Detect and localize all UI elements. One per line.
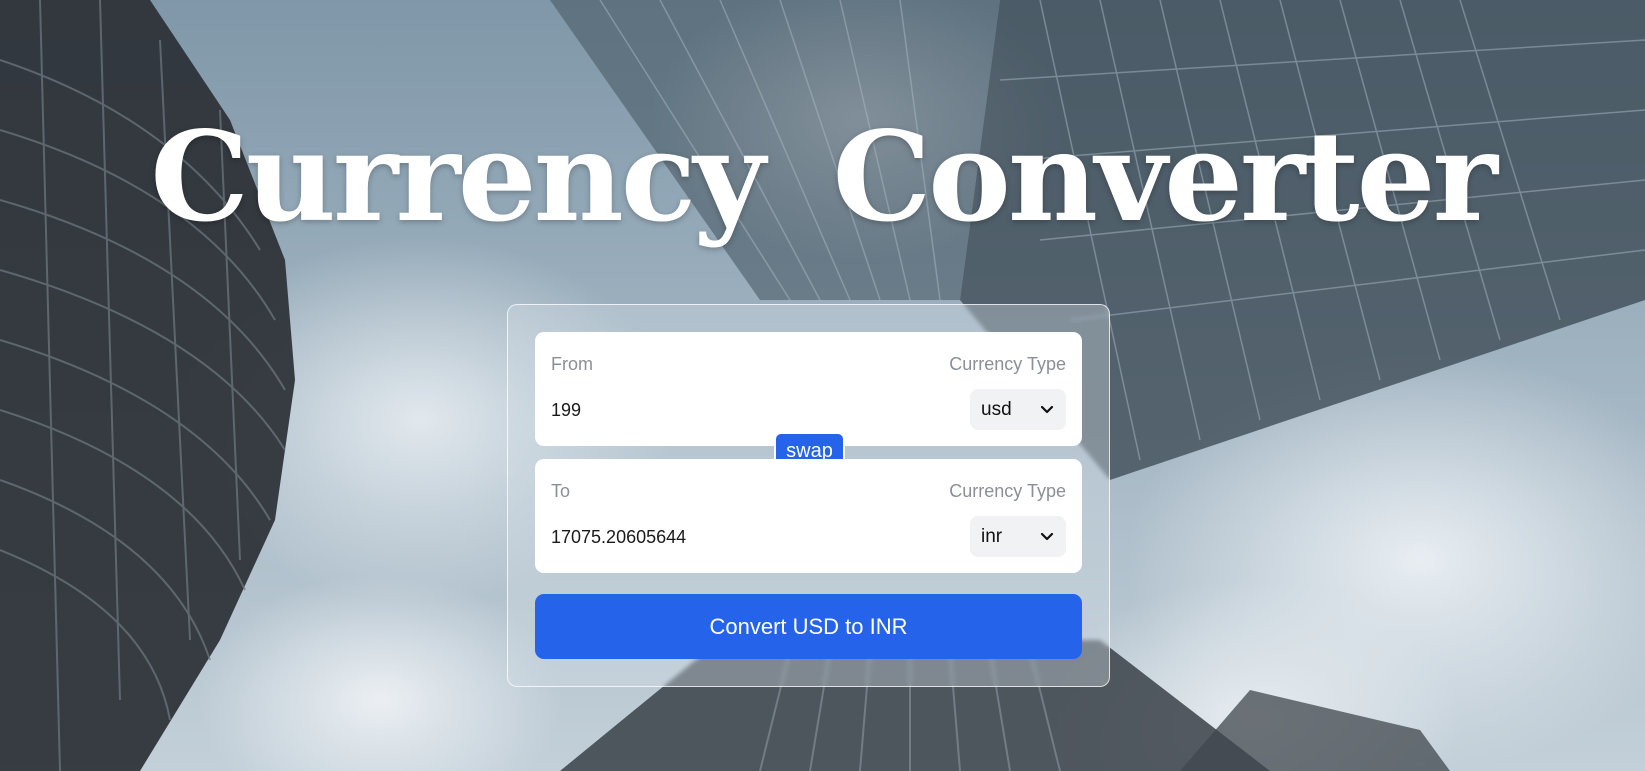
from-currency-value: usd [981,398,1012,420]
chevron-down-icon [1040,532,1054,540]
from-label: From [551,354,593,374]
to-currency-select[interactable]: inr [970,516,1066,557]
chevron-down-icon [1040,405,1054,413]
convert-button[interactable]: Convert USD to INR [535,594,1082,659]
to-currency-type-label: Currency Type [949,481,1066,501]
from-panel: From Currency Type usd [535,332,1082,446]
from-amount-input[interactable] [551,394,931,426]
from-currency-select[interactable]: usd [970,389,1066,430]
converter-card: From Currency Type usd swap To Currency … [507,304,1110,687]
to-panel: To Currency Type inr [535,459,1082,573]
to-currency-value: inr [981,525,1003,547]
from-currency-type-label: Currency Type [949,354,1066,374]
to-amount-input[interactable] [551,521,931,553]
page-title: Currency Converter [150,105,1498,250]
to-label: To [551,481,571,501]
